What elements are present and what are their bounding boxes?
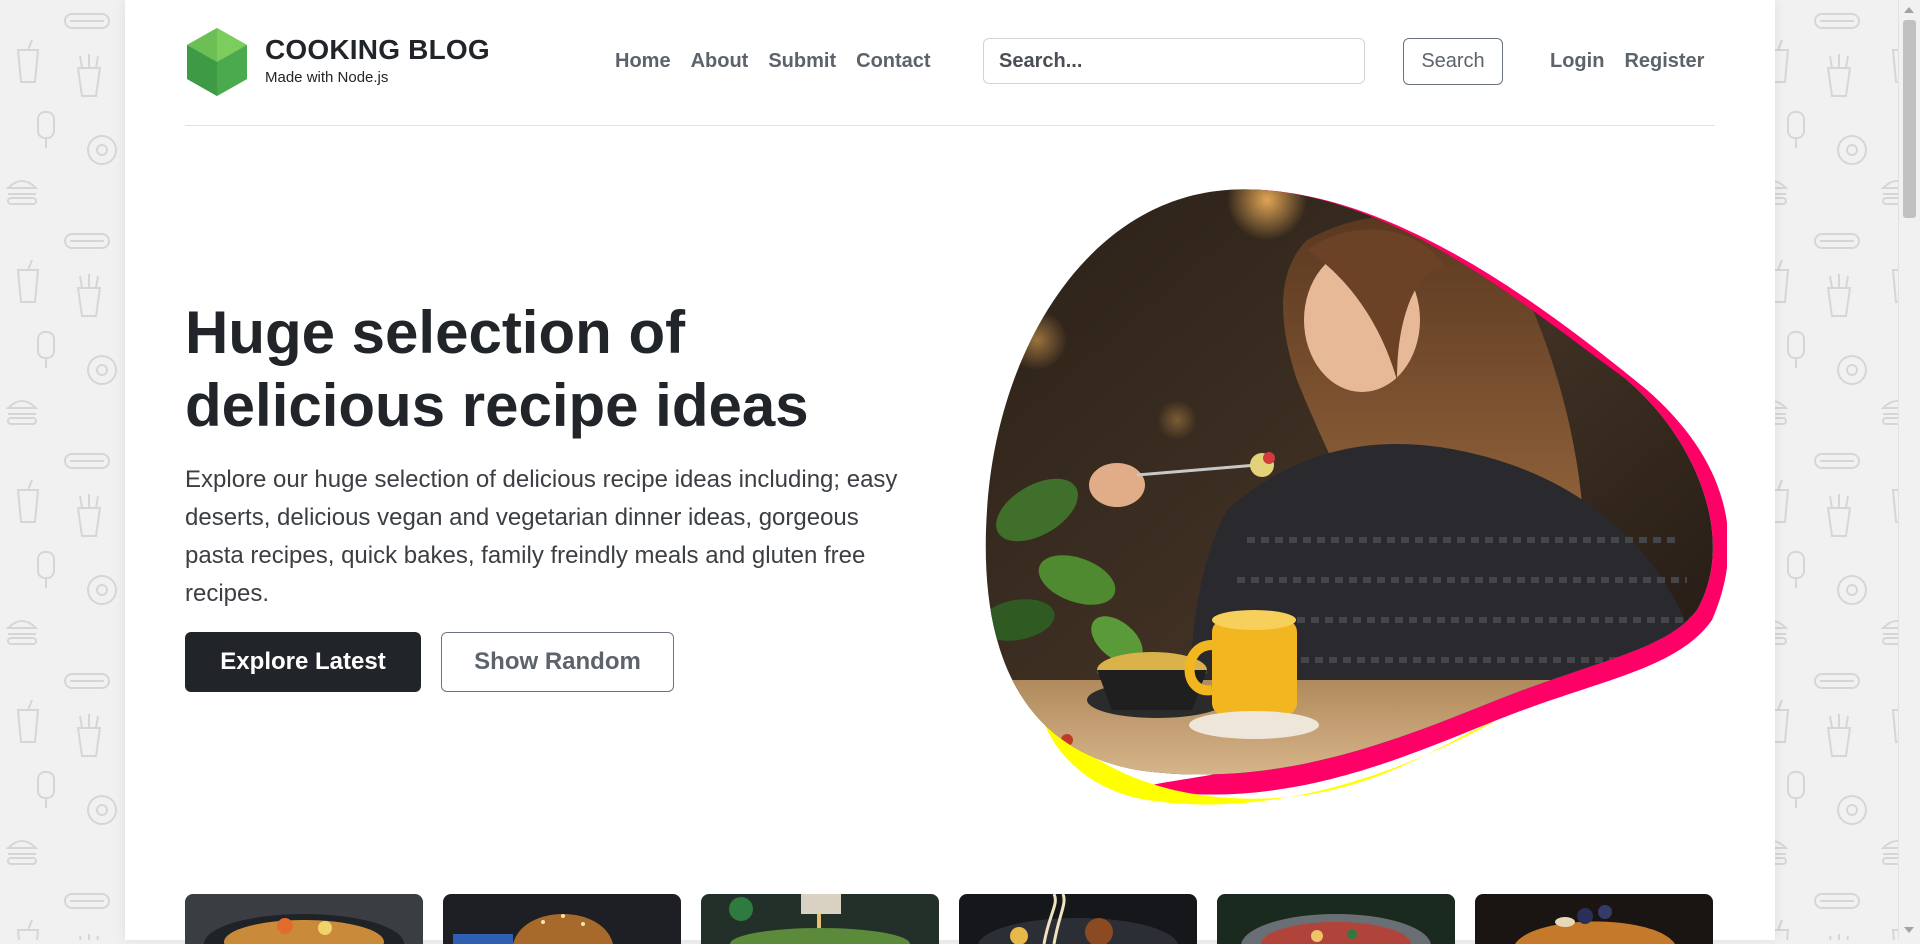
show-random-button[interactable]: Show Random xyxy=(441,632,674,692)
nav-link-home[interactable]: Home xyxy=(615,50,671,73)
explore-latest-button[interactable]: Explore Latest xyxy=(185,632,421,692)
woman-eating-pasta-photo xyxy=(985,189,1727,805)
search-button[interactable]: Search xyxy=(1403,38,1503,85)
french-toast-photo[interactable] xyxy=(1475,894,1713,944)
noodles-photo[interactable] xyxy=(959,894,1197,944)
scroll-up-arrow-icon[interactable] xyxy=(1904,7,1914,13)
search-input[interactable] xyxy=(983,38,1365,84)
burger-photo[interactable] xyxy=(443,894,681,944)
category-thumbnails xyxy=(185,894,1715,944)
brand-title[interactable]: COOKING BLOG xyxy=(265,34,490,66)
main-nav: Home About Submit Contact xyxy=(615,50,931,73)
scrollbar-thumb[interactable] xyxy=(1903,20,1916,218)
auth-links: Login Register xyxy=(1550,50,1704,73)
nav-link-about[interactable]: About xyxy=(691,50,749,73)
nav-link-contact[interactable]: Contact xyxy=(856,50,930,73)
page-container: COOKING BLOG Made with Node.js Home Abou… xyxy=(125,0,1775,944)
green-hexagon-logo-icon[interactable] xyxy=(185,26,249,98)
nav-link-submit[interactable]: Submit xyxy=(768,50,836,73)
login-link[interactable]: Login xyxy=(1550,50,1604,73)
scroll-down-arrow-icon[interactable] xyxy=(1904,927,1914,933)
hero-description: Explore our huge selection of delicious … xyxy=(185,466,898,607)
hero-title: Huge selection of delicious recipe ideas xyxy=(185,299,809,439)
stew-pot-photo[interactable] xyxy=(1217,894,1455,944)
register-link[interactable]: Register xyxy=(1624,50,1704,73)
site-header: COOKING BLOG Made with Node.js Home Abou… xyxy=(185,0,1715,126)
salad-dressing-photo[interactable] xyxy=(701,894,939,944)
page-scrollbar[interactable] xyxy=(1898,0,1920,940)
brand-subtitle: Made with Node.js xyxy=(265,69,389,86)
ramen-bowl-photo[interactable] xyxy=(185,894,423,944)
